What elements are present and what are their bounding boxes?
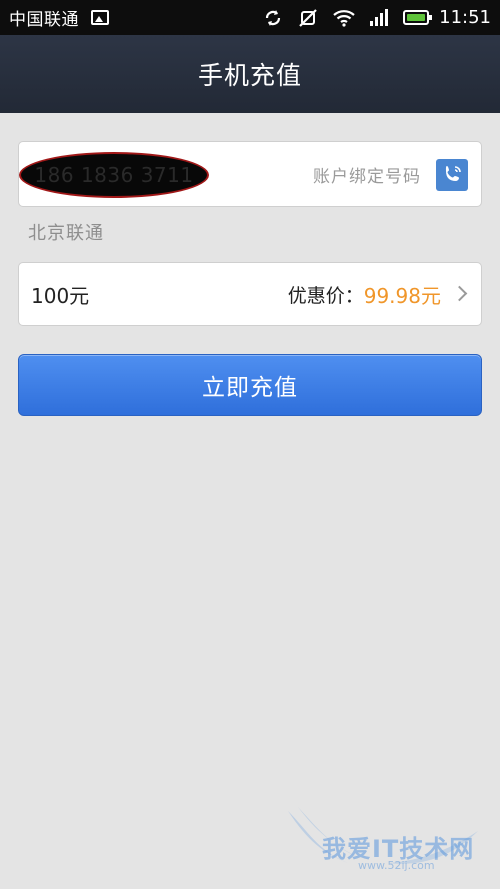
bound-number-label: 账户绑定号码 [313,166,421,187]
signal-icon [369,8,389,27]
status-bar: 中国联通 11:51 [0,0,500,35]
mute-icon [297,8,319,28]
phone-number-field[interactable]: 186 1836 3711 账户绑定号码 [18,141,482,207]
status-time: 11:51 [439,7,491,28]
sync-icon [263,8,283,28]
recharge-button[interactable]: 立即充值 [18,354,482,416]
price-label: 优惠价： [287,284,364,307]
gallery-icon [91,10,109,25]
carrier-name: 中国联通 [9,10,79,30]
navigation-bar: 手机充值 [0,35,500,113]
discount-price: 优惠价： 99.98元 [288,263,441,325]
amount-value: 100元 [31,283,90,308]
battery-icon [403,10,433,25]
contact-phone-icon[interactable] [436,159,468,191]
phone-number-input[interactable]: 186 1836 3711 [19,152,209,198]
page-title: 手机充值 [197,61,302,90]
amount-selector[interactable]: 100元 优惠价： 99.98元 [18,262,482,326]
carrier-hint-label: 北京联通 [28,223,104,244]
price-value: 99.98元 [363,283,441,308]
watermark-logo: 我爱IT技术网 www.52ij.com [278,801,488,881]
wifi-icon [333,9,355,27]
chevron-right-icon[interactable] [451,285,468,302]
watermark-url: www.52ij.com [358,859,435,872]
